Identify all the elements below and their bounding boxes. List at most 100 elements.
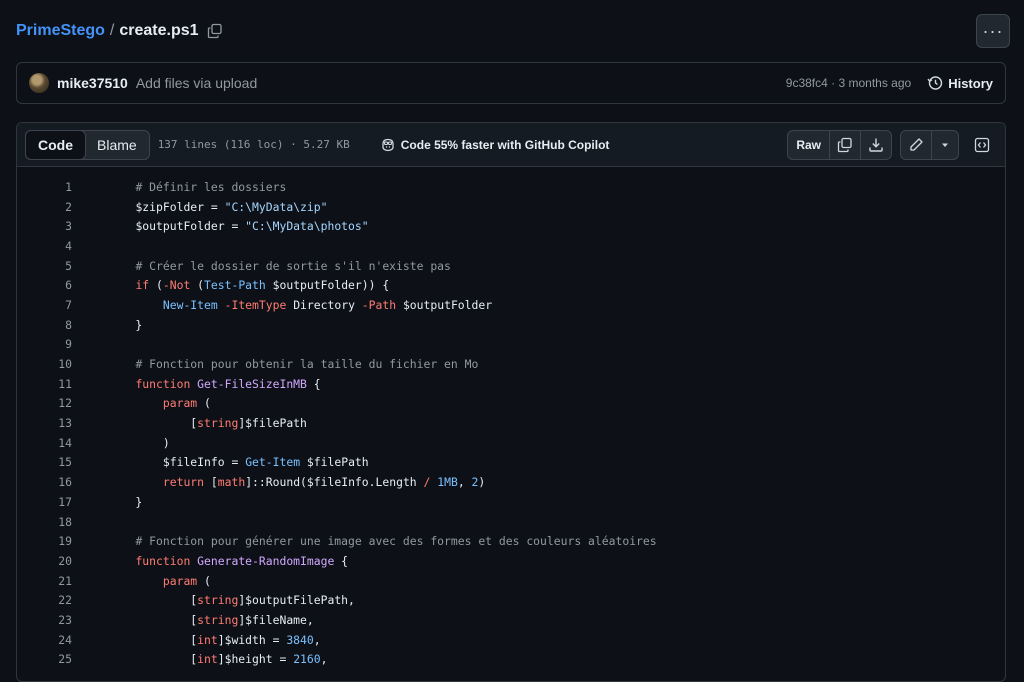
copy-raw-button[interactable] [829, 130, 860, 159]
file-viewer: Code Blame 137 lines (116 loc) · 5.27 KB… [16, 122, 1006, 682]
commit-meta[interactable]: 9c38fc4 · 3 months ago [786, 76, 911, 90]
line-content: New-Item -ItemType Directory -Path $outp… [162, 297, 493, 312]
code-line: 17 } [17, 492, 1005, 512]
triangle-down-icon [942, 143, 948, 147]
view-toggle: Code Blame [25, 129, 150, 160]
copilot-promo[interactable]: Code 55% faster with GitHub Copilot [380, 137, 610, 153]
line-number[interactable]: 19 [17, 534, 108, 548]
line-content: param ( [162, 396, 211, 411]
line-number[interactable]: 12 [17, 396, 108, 410]
tab-code[interactable]: Code [25, 129, 86, 160]
file-header: Code Blame 137 lines (116 loc) · 5.27 KB… [17, 123, 1005, 167]
line-number[interactable]: 11 [17, 377, 108, 391]
line-number[interactable]: 25 [17, 652, 108, 666]
raw-button[interactable]: Raw [788, 131, 829, 159]
code-line: 2 $zipFolder = "C:\MyData\zip" [17, 197, 1005, 217]
edit-dropdown-button[interactable] [931, 130, 958, 159]
line-content: } [108, 494, 143, 509]
line-number[interactable]: 5 [17, 259, 108, 273]
line-number[interactable]: 13 [17, 416, 108, 430]
code-line: 11 function Get-FileSizeInMB { [17, 374, 1005, 394]
line-number[interactable]: 21 [17, 574, 108, 588]
code-line: 13 [string]$filePath [17, 413, 1005, 433]
line-content: [int]$width = 3840, [108, 632, 321, 647]
copy-icon [837, 137, 852, 152]
raw-copy-download-group: Raw [787, 129, 892, 160]
copy-path-icon[interactable] [207, 23, 223, 39]
repo-link[interactable]: PrimeStego [16, 22, 105, 40]
code-view: 1 # Définir les dossiers 2 $zipFolder = "… [17, 167, 1005, 669]
line-number[interactable]: 23 [17, 613, 108, 627]
code-line: 10 # Fonction pour obtenir la taille du … [17, 354, 1005, 374]
code-line: 7 New-Item -ItemType Directory -Path $ou… [17, 295, 1005, 315]
line-number[interactable]: 17 [17, 495, 108, 509]
line-content: # Définir les dossiers [135, 179, 287, 194]
file-name: create.ps1 [119, 22, 199, 39]
line-content: function Generate-RandomImage { [135, 553, 349, 568]
more-options-button[interactable]: ··· [976, 14, 1010, 48]
line-number[interactable]: 6 [17, 278, 108, 292]
code-line: 1 # Définir les dossiers [17, 177, 1005, 197]
line-number[interactable]: 14 [17, 436, 108, 450]
line-content: [int]$height = 2160, [108, 652, 328, 667]
copilot-label: Code 55% faster with GitHub Copilot [400, 137, 610, 152]
file-actions: Raw [787, 129, 997, 160]
edit-group [900, 129, 959, 160]
line-content: # Fonction pour générer une image avec d… [135, 534, 657, 549]
line-content: } [108, 317, 143, 332]
copilot-icon [382, 138, 394, 151]
line-number[interactable]: 24 [17, 633, 108, 647]
history-icon [927, 76, 943, 90]
line-number[interactable]: 4 [17, 239, 108, 253]
tab-blame[interactable]: Blame [85, 131, 149, 159]
code-line: 22 [string]$outputFilePath, [17, 590, 1005, 610]
line-number[interactable]: 1 [17, 180, 108, 194]
code-line: 5 # Créer le dossier de sortie s'il n'ex… [17, 256, 1005, 276]
breadcrumb: PrimeStego / create.ps1 [16, 20, 223, 42]
line-number[interactable]: 10 [17, 357, 108, 371]
line-content: $zipFolder = "C:\MyData\zip" [135, 199, 328, 214]
line-number[interactable]: 15 [17, 455, 108, 469]
code-line: 23 [string]$fileName, [17, 610, 1005, 630]
commit-author[interactable]: mike37510 [57, 75, 128, 91]
code-line: 16 return [math]::Round($fileInfo.Length… [17, 472, 1005, 492]
line-content: [string]$filePath [108, 416, 307, 431]
code-line: 20 function Generate-RandomImage { [17, 551, 1005, 571]
code-line: 8 } [17, 315, 1005, 335]
avatar[interactable] [29, 73, 49, 93]
edit-button[interactable] [901, 131, 931, 159]
line-number[interactable]: 3 [17, 219, 108, 233]
symbols-group [967, 131, 997, 159]
code-line: 25 [int]$height = 2160, [17, 650, 1005, 670]
code-line: 24 [int]$width = 3840, [17, 630, 1005, 650]
download-button[interactable] [860, 130, 891, 159]
line-number[interactable]: 22 [17, 593, 108, 607]
code-line: 6 if (-Not (Test-Path $outputFolder)) { [17, 275, 1005, 295]
line-number[interactable]: 20 [17, 554, 108, 568]
line-content: return [math]::Round($fileInfo.Length / … [162, 475, 486, 490]
code-line: 4 [17, 236, 1005, 256]
line-number[interactable]: 9 [17, 337, 108, 351]
line-content: # Créer le dossier de sortie s'il n'exis… [135, 258, 451, 273]
code-line: 9 [17, 335, 1005, 355]
line-number[interactable]: 16 [17, 475, 108, 489]
history-button[interactable]: History [927, 75, 993, 91]
line-content: [string]$fileName, [108, 612, 314, 627]
line-number[interactable]: 18 [17, 515, 108, 529]
breadcrumb-separator: / [109, 22, 115, 39]
commit-message[interactable]: Add files via upload [136, 75, 257, 91]
line-content: if (-Not (Test-Path $outputFolder)) { [135, 278, 390, 293]
code-line: 19 # Fonction pour générer une image ave… [17, 531, 1005, 551]
line-number[interactable]: 7 [17, 298, 108, 312]
line-content: function Get-FileSizeInMB { [135, 376, 321, 391]
line-number[interactable]: 2 [17, 200, 108, 214]
line-content: $fileInfo = Get-Item $filePath [162, 455, 369, 470]
file-info: 137 lines (116 loc) · 5.27 KB [157, 138, 350, 151]
symbols-panel-button[interactable] [967, 131, 997, 159]
download-icon [869, 138, 883, 152]
code-square-icon [974, 137, 990, 152]
line-content: param ( [162, 573, 211, 588]
pencil-icon [910, 137, 923, 151]
line-number[interactable]: 8 [17, 318, 108, 332]
history-label: History [948, 75, 993, 91]
